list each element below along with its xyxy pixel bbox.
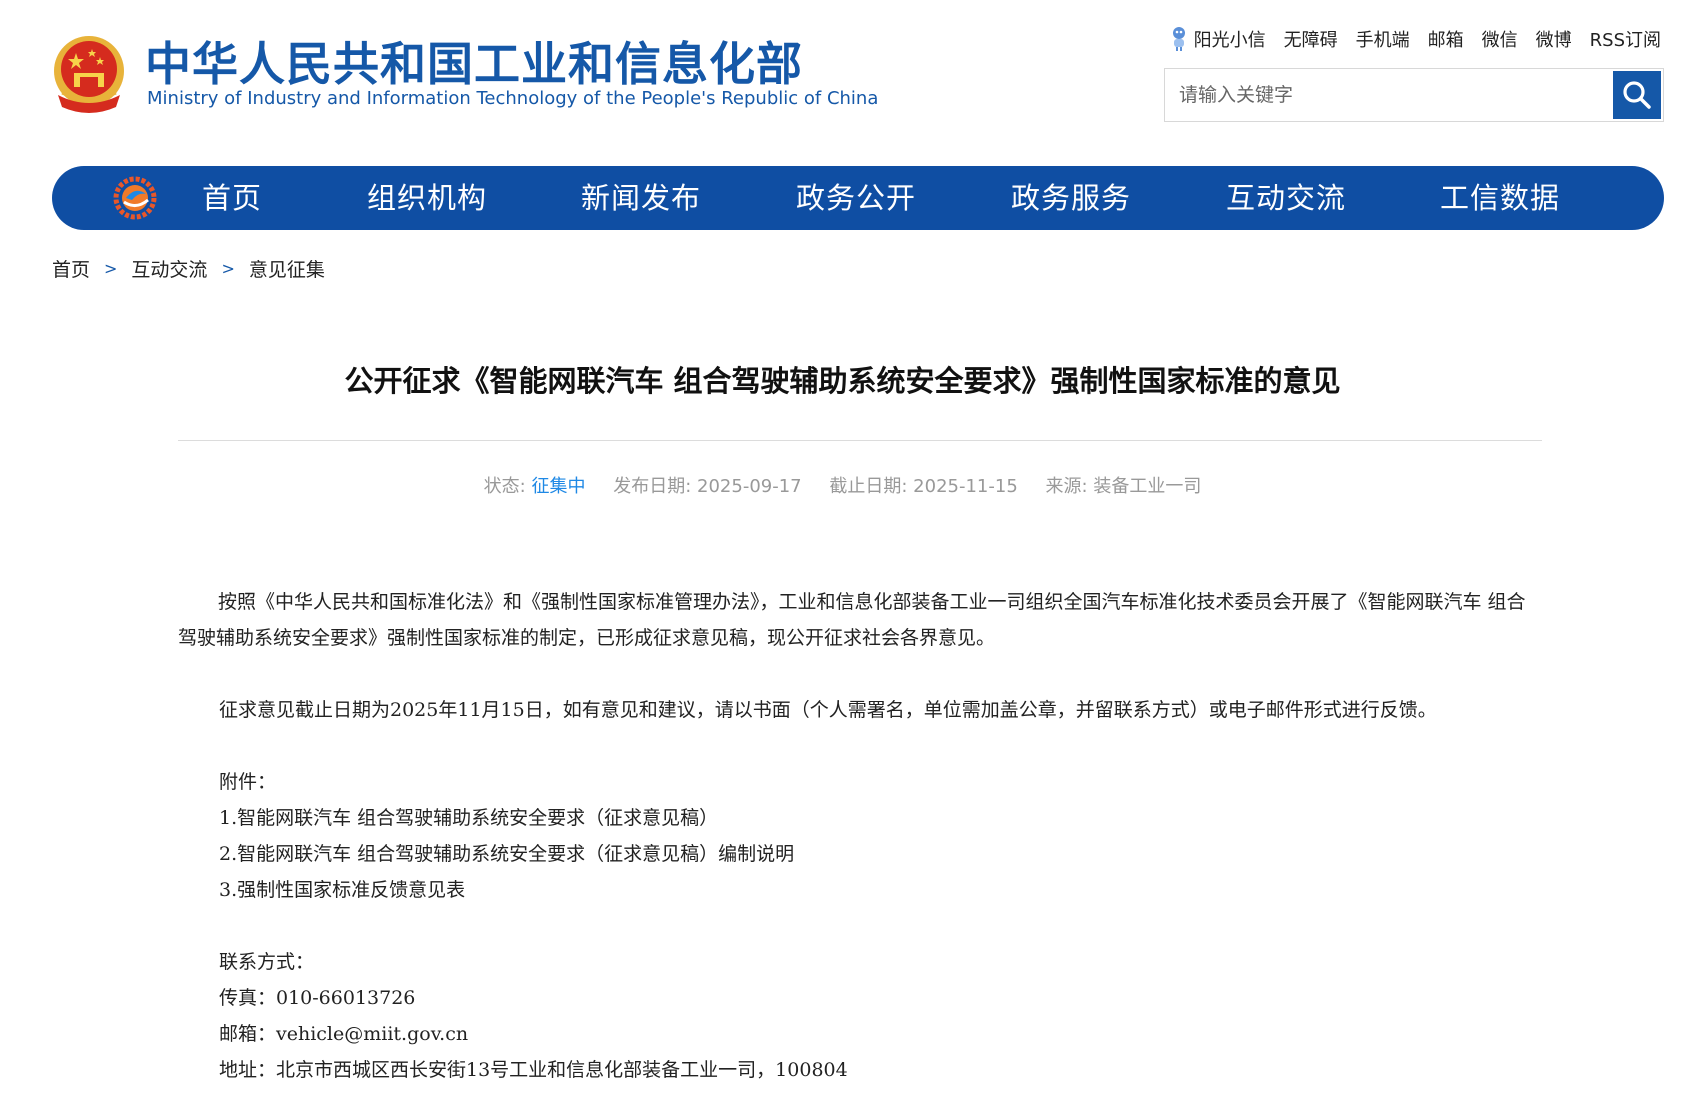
- status-value: 征集中: [531, 476, 586, 497]
- nav-interaction[interactable]: 互动交流: [1226, 166, 1346, 230]
- nav-gov-affairs[interactable]: 政务公开: [796, 166, 916, 230]
- nav-organization[interactable]: 组织机构: [367, 166, 487, 230]
- top-link-accessibility[interactable]: 无障碍: [1284, 26, 1338, 52]
- meta-deadline: 截止日期: 2025-11-15: [829, 476, 1018, 497]
- contact-address: 地址：北京市西城区西长安街13号工业和信息化部装备工业一司，100804: [219, 1059, 848, 1081]
- top-link-mailbox[interactable]: 邮箱: [1428, 26, 1464, 52]
- article-paragraph-2: 征求意见截止日期为2025年11月15日，如有意见和建议，请以书面（个人需署名，…: [219, 699, 1437, 721]
- attachment-link-2[interactable]: 2.智能网联汽车 组合驾驶辅助系统安全要求（征求意见稿）编制说明: [219, 836, 794, 872]
- article-title: 公开征求《智能网联汽车 组合驾驶辅助系统安全要求》强制性国家标准的意见: [344, 364, 1341, 398]
- breadcrumb-interaction[interactable]: 互动交流: [131, 255, 207, 282]
- top-link-mobile[interactable]: 手机端: [1356, 26, 1410, 52]
- main-nav: 首页 组织机构 新闻发布 政务公开 政务服务 互动交流 工信数据: [52, 166, 1664, 230]
- attachments-label: 附件：: [219, 771, 277, 793]
- top-link-sunshine[interactable]: 阳光小信: [1168, 26, 1266, 52]
- nav-data[interactable]: 工信数据: [1440, 166, 1560, 230]
- search-button[interactable]: [1613, 71, 1661, 119]
- nav-gov-services[interactable]: 政务服务: [1011, 166, 1131, 230]
- title-divider: [178, 440, 1542, 441]
- contact-fax: 传真：010-66013726: [219, 987, 416, 1009]
- meta-source: 来源: 装备工业一司: [1045, 476, 1202, 497]
- nav-news[interactable]: 新闻发布: [581, 166, 701, 230]
- search-box: [1164, 68, 1664, 122]
- top-links: 阳光小信 无障碍 手机端 邮箱 微信 微博 RSS订阅: [1168, 26, 1661, 52]
- meta-publish-date: 发布日期: 2025-09-17: [613, 476, 802, 497]
- article-meta: 状态: 征集中 发布日期: 2025-09-17 截止日期: 2025-11-1…: [0, 472, 1685, 498]
- attachment-link-3[interactable]: 3.强制性国家标准反馈意见表: [219, 872, 465, 908]
- site-title[interactable]: 中华人民共和国工业和信息化部: [145, 36, 803, 92]
- miit-logo-icon[interactable]: [112, 176, 158, 220]
- contact-label: 联系方式：: [219, 951, 315, 973]
- breadcrumb-separator: >: [221, 259, 235, 278]
- article-paragraph-1: 按照《中华人民共和国标准化法》和《强制性国家标准管理办法》，工业和信息化部装备工…: [178, 591, 1526, 649]
- robot-mascot-icon: [1172, 27, 1185, 51]
- meta-status: 状态: 征集中: [483, 476, 586, 497]
- search-icon: [1623, 81, 1651, 109]
- search-input[interactable]: [1165, 69, 1613, 121]
- nav-home[interactable]: 首页: [202, 166, 262, 230]
- site-header: 中华人民共和国工业和信息化部 Ministry of Industry and …: [0, 0, 1685, 150]
- breadcrumb-current[interactable]: 意见征集: [249, 255, 325, 282]
- site-subtitle: Ministry of Industry and Information Tec…: [147, 88, 879, 109]
- breadcrumb: 首页 > 互动交流 > 意见征集: [52, 255, 325, 282]
- top-link-label: 阳光小信: [1193, 30, 1266, 51]
- breadcrumb-separator: >: [104, 259, 118, 278]
- top-link-wechat[interactable]: 微信: [1482, 26, 1518, 52]
- national-emblem-icon[interactable]: [50, 33, 128, 115]
- breadcrumb-home[interactable]: 首页: [52, 255, 90, 282]
- attachment-link-1[interactable]: 1.智能网联汽车 组合驾驶辅助系统安全要求（征求意见稿）: [219, 800, 718, 836]
- contact-email[interactable]: 邮箱：vehicle@miit.gov.cn: [219, 1016, 468, 1052]
- top-link-weibo[interactable]: 微博: [1536, 26, 1572, 52]
- top-link-rss[interactable]: RSS订阅: [1590, 26, 1661, 52]
